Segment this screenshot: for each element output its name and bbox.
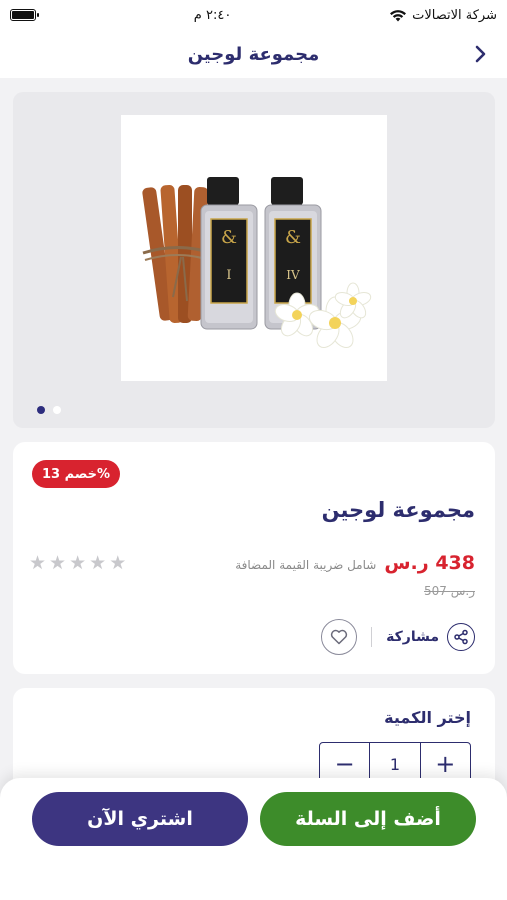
share-button[interactable]: مشاركة	[386, 623, 475, 651]
share-icon	[447, 623, 475, 651]
star-icon[interactable]: ★	[109, 554, 126, 573]
status-time: ٢:٤٠ م	[193, 7, 232, 23]
star-icon[interactable]: ★	[89, 554, 106, 573]
favorite-button[interactable]	[321, 619, 358, 655]
buy-now-button[interactable]: اشتري الآن	[32, 792, 248, 846]
bottle-1-label: I	[226, 268, 231, 283]
add-to-cart-button[interactable]: أضف إلى السلة	[260, 792, 476, 846]
heart-icon	[331, 629, 348, 645]
tax-note: شامل ضريبة القيمة المضافة	[235, 558, 377, 572]
battery-icon	[10, 9, 39, 21]
product-info-card: خصم 13% مجموعة لوجين 438 ر.س شامل ضريبة …	[13, 442, 495, 674]
bottom-action-bar: اشتري الآن أضف إلى السلة	[0, 778, 507, 900]
svg-text:&: &	[221, 227, 237, 248]
product-gallery[interactable]: & I & IV	[13, 92, 495, 428]
divider	[371, 627, 373, 647]
carrier-info: شركة الاتصالات	[389, 8, 497, 23]
navigation-bar: مجموعة لوجين	[0, 30, 507, 78]
perfume-bottle-1: & I	[200, 177, 258, 330]
back-button[interactable]	[469, 42, 493, 66]
svg-text:&: &	[285, 227, 301, 248]
actions-row: مشاركة	[321, 619, 475, 655]
star-icon[interactable]: ★	[69, 554, 86, 573]
status-bar: ٢:٤٠ م شركة الاتصالات	[0, 0, 507, 30]
old-price: 507 ر.س	[424, 584, 475, 598]
chevron-right-icon	[475, 45, 486, 63]
product-title: مجموعة لوجين	[321, 498, 475, 522]
quantity-label: إختر الكمية	[384, 708, 471, 727]
star-icon[interactable]: ★	[49, 554, 66, 573]
page-title: مجموعة لوجين	[187, 43, 320, 65]
carousel-dot[interactable]	[37, 406, 45, 414]
carousel-dot[interactable]	[53, 406, 61, 414]
product-price: 438 ر.س	[384, 552, 475, 574]
share-label: مشاركة	[386, 629, 439, 645]
perfume-set-illustration: & I & IV	[142, 177, 372, 349]
rating-stars[interactable]: ★ ★ ★ ★ ★	[29, 554, 126, 573]
carrier-name: شركة الاتصالات	[412, 7, 497, 23]
price-row: 438 ر.س شامل ضريبة القيمة المضافة	[235, 552, 475, 574]
bottle-2-label: IV	[286, 268, 300, 282]
product-image: & I & IV	[121, 115, 387, 381]
wifi-icon	[390, 9, 407, 21]
carousel-dots[interactable]	[37, 406, 61, 414]
discount-badge: خصم 13%	[32, 460, 121, 488]
star-icon[interactable]: ★	[29, 554, 46, 573]
